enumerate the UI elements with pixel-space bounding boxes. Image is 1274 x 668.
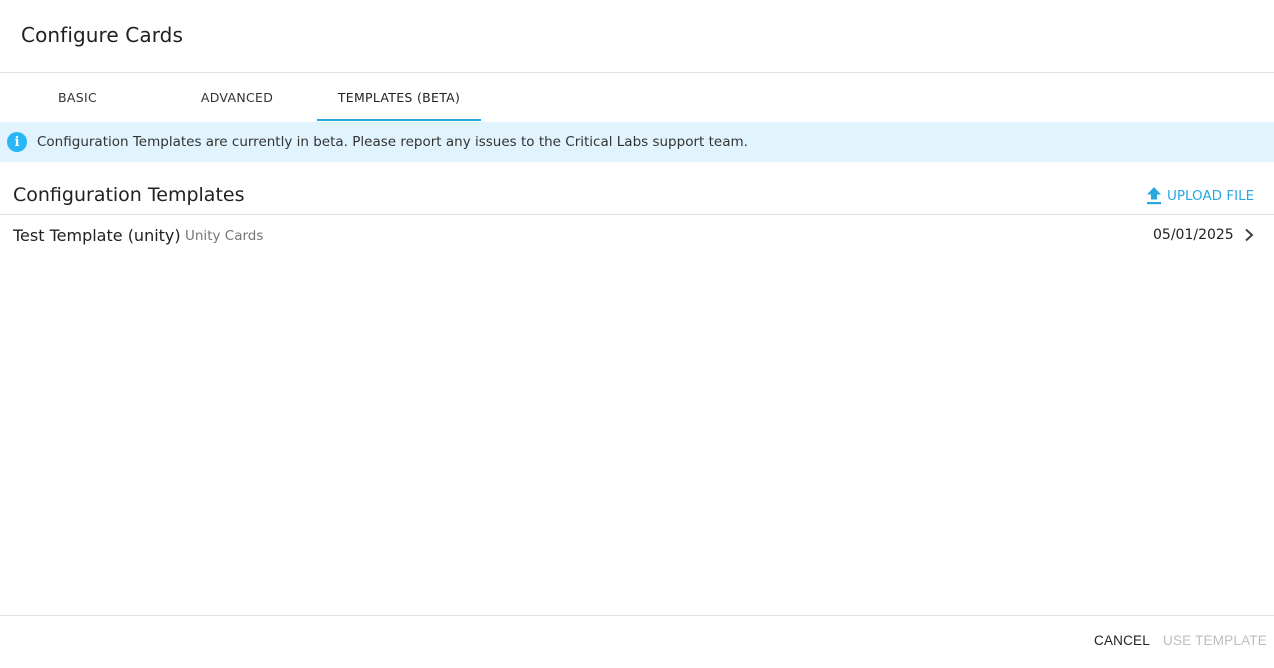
template-list-item[interactable]: Test Template (unity) Unity Cards 05/01/… (0, 215, 1274, 255)
configure-cards-dialog: Configure Cards BASIC ADVANCED TEMPLATES… (0, 0, 1274, 668)
upload-file-button[interactable]: UPLOAD FILE (1145, 186, 1254, 206)
chevron-right-icon (1245, 228, 1254, 242)
upload-icon (1147, 187, 1161, 205)
tab-templates-beta[interactable]: TEMPLATES (BETA) (317, 73, 481, 121)
tab-advanced[interactable]: ADVANCED (159, 73, 315, 121)
beta-info-banner: i Configuration Templates are currently … (0, 122, 1274, 162)
info-icon: i (7, 132, 27, 152)
template-name: Test Template (unity) (13, 226, 181, 245)
divider (0, 615, 1274, 616)
section-title: Configuration Templates (13, 184, 245, 206)
template-date: 05/01/2025 (1153, 227, 1234, 243)
active-tab-indicator (317, 119, 481, 121)
use-template-button[interactable]: USE TEMPLATE (1163, 633, 1267, 648)
tab-basic[interactable]: BASIC (0, 73, 155, 121)
cancel-button[interactable]: CANCEL (1094, 633, 1150, 648)
template-type: Unity Cards (185, 228, 264, 244)
upload-file-label: UPLOAD FILE (1167, 188, 1255, 204)
tab-bar: BASIC ADVANCED TEMPLATES (BETA) (0, 73, 1274, 121)
banner-text: Configuration Templates are currently in… (37, 134, 748, 150)
dialog-title: Configure Cards (21, 23, 183, 47)
